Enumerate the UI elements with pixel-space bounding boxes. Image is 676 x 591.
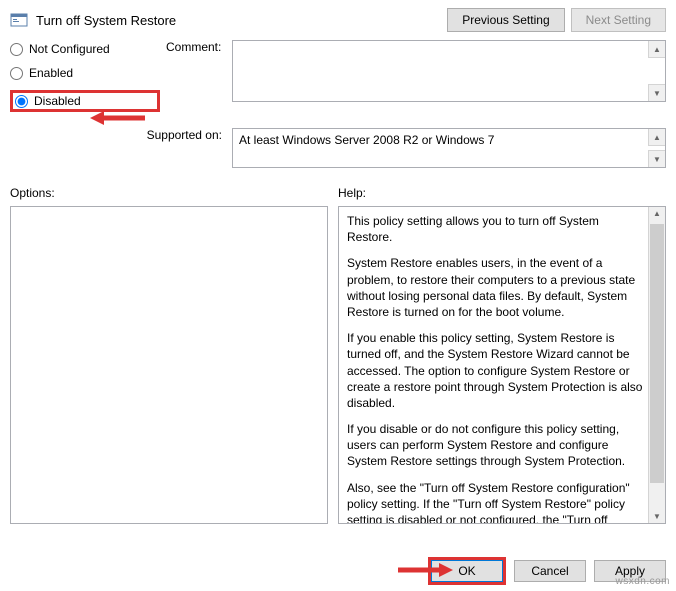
watermark-text: wsxdn.com <box>615 576 670 587</box>
help-panel: This policy setting allows you to turn o… <box>338 206 666 524</box>
help-text: This policy setting allows you to turn o… <box>347 213 643 245</box>
radio-disabled-label: Disabled <box>34 94 81 108</box>
help-label: Help: <box>338 186 666 200</box>
radio-disabled-input[interactable] <box>15 95 28 108</box>
radio-enabled[interactable]: Enabled <box>10 66 160 80</box>
radio-enabled-input[interactable] <box>10 67 23 80</box>
options-label: Options: <box>10 186 328 200</box>
scroll-down-icon[interactable]: ▼ <box>648 150 665 167</box>
radio-not-configured[interactable]: Not Configured <box>10 42 160 56</box>
help-text: If you enable this policy setting, Syste… <box>347 330 643 411</box>
policy-icon <box>10 11 28 29</box>
cancel-button[interactable]: Cancel <box>514 560 586 582</box>
previous-setting-button[interactable]: Previous Setting <box>447 8 564 32</box>
help-text: If you disable or do not configure this … <box>347 421 643 470</box>
radio-not-configured-label: Not Configured <box>29 42 110 56</box>
scroll-down-icon[interactable]: ▼ <box>648 84 665 101</box>
comment-label: Comment: <box>166 40 226 54</box>
radio-not-configured-input[interactable] <box>10 43 23 56</box>
radio-enabled-label: Enabled <box>29 66 73 80</box>
help-text: Also, see the "Turn off System Restore c… <box>347 480 643 524</box>
scroll-up-icon[interactable]: ▲ <box>648 41 665 58</box>
annotation-arrow-icon <box>398 560 458 583</box>
dialog-title: Turn off System Restore <box>36 13 176 28</box>
radio-disabled[interactable]: Disabled <box>15 94 81 108</box>
options-panel <box>10 206 328 524</box>
supported-on-text: At least Windows Server 2008 R2 or Windo… <box>239 133 494 147</box>
scroll-up-icon[interactable]: ▲ <box>648 129 665 146</box>
next-setting-button[interactable]: Next Setting <box>571 8 666 32</box>
comment-textarea[interactable]: ▲ ▼ <box>232 40 666 102</box>
annotation-arrow-icon <box>90 108 150 131</box>
help-scrollbar[interactable] <box>648 207 665 523</box>
scrollbar-thumb[interactable] <box>650 224 664 483</box>
supported-on-box: At least Windows Server 2008 R2 or Windo… <box>232 128 666 168</box>
help-text: System Restore enables users, in the eve… <box>347 255 643 320</box>
